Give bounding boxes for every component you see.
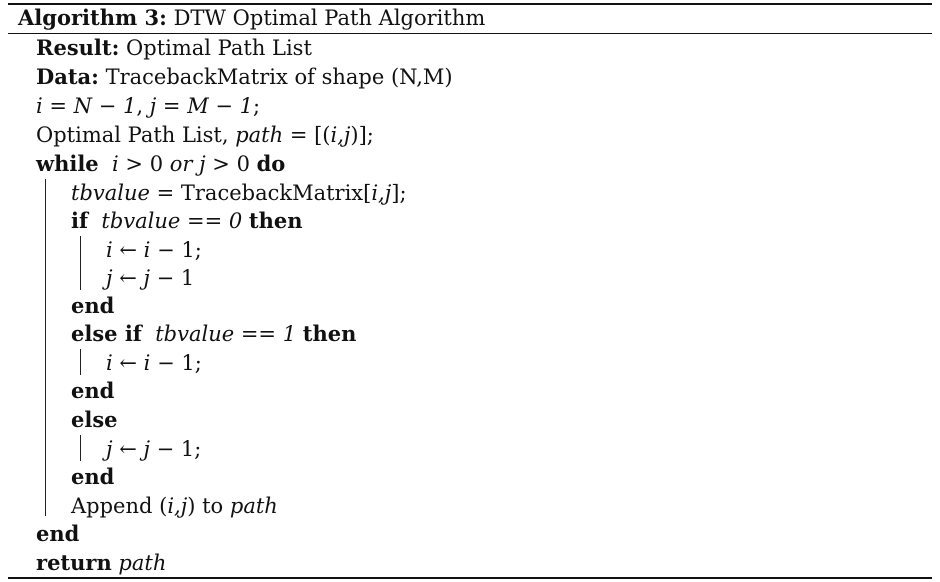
append-line: Append (i,j) to path <box>71 494 278 518</box>
assign-arrow: ← <box>112 238 144 262</box>
end-if-line: end <box>71 294 114 318</box>
path-init-close: )]; <box>350 123 374 147</box>
m-expr: M − 1 <box>187 94 253 118</box>
path-init-text: Optimal Path List, <box>36 123 236 147</box>
data-text: TracebackMatrix of shape (N,M) <box>105 65 453 89</box>
cond2: > 0 <box>205 152 257 176</box>
or-keyword: or <box>169 152 193 176</box>
tb-assign-close: ]; <box>391 181 407 205</box>
pair-ij: i,j <box>167 494 188 518</box>
algorithm-name: DTW Optimal Path Algorithm <box>173 6 486 30</box>
end-keyword: end <box>36 521 80 546</box>
var-path: path <box>229 494 278 518</box>
assign-arrow: ← <box>112 351 144 375</box>
data-line: Data: TracebackMatrix of shape (N,M) <box>36 64 453 90</box>
end-while-line: end <box>36 522 79 546</box>
decrement: − 1; <box>150 351 202 375</box>
if-body-line-2: j ← j − 1 <box>106 266 194 290</box>
else-line: else <box>71 408 118 432</box>
equals: = <box>42 94 74 118</box>
while-keyword: while <box>36 151 99 176</box>
data-keyword: Data: <box>36 64 99 89</box>
header-rule <box>8 33 932 34</box>
then-keyword: then <box>248 208 303 233</box>
init-line: i = N − 1, j = M − 1; <box>36 94 260 118</box>
if-keyword: if <box>71 208 89 233</box>
var-i: i <box>106 351 113 375</box>
do-keyword: do <box>256 151 286 176</box>
assign-arrow: ← <box>112 266 144 290</box>
var-i: i <box>106 238 113 262</box>
elseif-body-line: i ← i − 1; <box>106 351 202 375</box>
index-ij: i,j <box>371 181 392 205</box>
var-path: path <box>235 123 284 147</box>
path-init-rhs: = [( <box>283 123 331 147</box>
bottom-rule <box>8 577 932 579</box>
result-keyword: Result: <box>36 35 120 60</box>
while-line: while i > 0 or j > 0 do <box>36 151 286 177</box>
var-tbvalue: tbvalue <box>71 181 150 205</box>
var-i: i <box>112 152 119 176</box>
tb-assign-rhs: = TracebackMatrix[ <box>149 181 372 205</box>
elseif-block-bar <box>80 349 81 375</box>
end-keyword: end <box>71 464 115 489</box>
elseif-line: else if tbvalue == 1 then <box>71 321 357 347</box>
eq-operator: == <box>180 209 229 233</box>
var-tbvalue: tbvalue <box>155 322 235 346</box>
result-text: Optimal Path List <box>126 36 312 60</box>
if-block-bar <box>80 236 81 290</box>
tbvalue-assign-line: tbvalue = TracebackMatrix[i,j]; <box>71 181 407 205</box>
if-body-line-1: i ← i − 1; <box>106 238 202 262</box>
append-text: Append ( <box>71 494 168 518</box>
value-zero: 0 <box>228 209 243 233</box>
pair-ij: i,j <box>330 123 351 147</box>
eq-operator: == <box>234 322 283 346</box>
decrement: − 1; <box>149 437 202 461</box>
while-block-bar <box>45 179 46 516</box>
var-tbvalue: tbvalue <box>101 209 181 233</box>
else-block-bar <box>80 435 81 461</box>
var-i: i <box>36 94 43 118</box>
end-else-line: end <box>71 465 114 489</box>
else-keyword: else <box>71 407 118 432</box>
end-keyword: end <box>71 293 115 318</box>
elseif-keyword: else if <box>71 321 142 346</box>
then-keyword: then <box>302 321 357 346</box>
return-keyword: return <box>36 550 112 575</box>
end-elseif-line: end <box>71 379 114 403</box>
result-line: Result: Optimal Path List <box>36 35 312 61</box>
equals: = <box>156 94 188 118</box>
var-path: path <box>118 551 167 575</box>
return-line: return path <box>36 550 167 576</box>
end-keyword: end <box>71 378 115 403</box>
cond1: > 0 <box>118 152 170 176</box>
algorithm-caption: Algorithm 3: DTW Optimal Path Algorithm <box>18 5 486 31</box>
decrement: − 1; <box>150 238 202 262</box>
decrement: − 1 <box>149 266 195 290</box>
n-expr: N − 1 <box>73 94 137 118</box>
else-body-line: j ← j − 1; <box>106 437 201 461</box>
semicolon: ; <box>253 94 261 118</box>
value-one: 1 <box>282 322 297 346</box>
assign-arrow: ← <box>112 437 144 461</box>
algorithm-label: Algorithm 3: <box>18 5 167 30</box>
separator: , <box>136 94 150 118</box>
path-init-line: Optimal Path List, path = [(i,j)]; <box>36 123 374 147</box>
append-mid: ) to <box>187 494 230 518</box>
if-line: if tbvalue == 0 then <box>71 208 303 234</box>
